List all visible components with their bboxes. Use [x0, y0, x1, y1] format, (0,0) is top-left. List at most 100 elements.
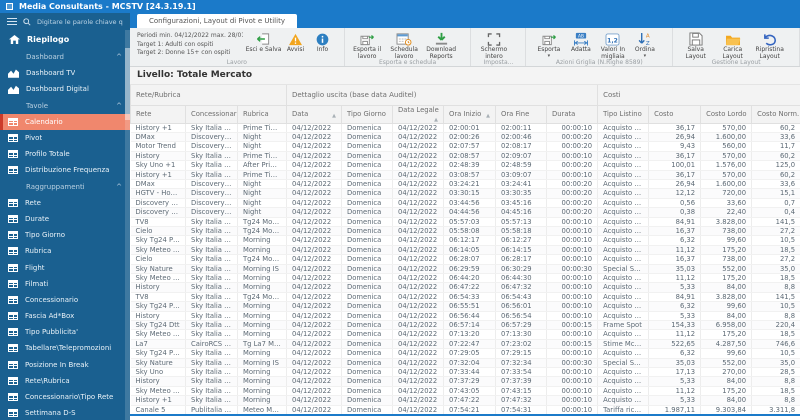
cell-data: 04/12/2022 — [286, 320, 343, 331]
col-header-costo-norm[interactable]: Costo Norm. — [751, 105, 800, 124]
table-row[interactable]: History Sky Italia S.r.l. Prime Time 04/12/… — [130, 151, 800, 162]
sidebar-item-filmati[interactable]: Filmati — [0, 276, 130, 292]
sidebar-item-distribuzione-frequenza[interactable]: Distribuzione Frequenza — [0, 162, 130, 178]
col-header-ora-fine[interactable]: Ora Fine — [495, 105, 548, 124]
table-row[interactable]: DMaxDiscovery Italia ...Night04/12/2022D… — [130, 179, 800, 190]
col-header-durata[interactable]: Durata — [546, 105, 599, 124]
table-row[interactable]: Sky Tg24 Primo ...Sky Italia S.r.l.Morni… — [130, 235, 800, 246]
sidebar-item-calendario[interactable]: Calendario — [0, 113, 130, 130]
cell-rubrica: Morning — [237, 235, 288, 246]
col-header-tipo-giorno[interactable]: Tipo Giorno — [341, 105, 394, 124]
col-header-concessionario[interactable]: Concessionario — [185, 105, 238, 124]
col-header-ora-inizio[interactable]: Ora Inizio ▲ — [443, 105, 497, 124]
table-row[interactable]: Sky Meteo 24 Sky Italia S.r.l. Morning 04/1… — [130, 273, 800, 284]
table-row[interactable]: History Sky Italia S.r.l. Morning 04/12/202… — [130, 311, 800, 322]
salva-layout-button[interactable]: Salva Layout — [677, 30, 714, 61]
table-row[interactable]: Cielo Sky Italia S.r.l. Tg24 Morning 04/12/… — [130, 254, 800, 265]
col-header-data-legale[interactable]: Data Legale ▲ — [392, 105, 445, 124]
avvisi-button[interactable]: Avvisi — [282, 30, 309, 54]
search-input[interactable] — [37, 17, 123, 26]
download-reports-button[interactable]: Download Reports — [423, 30, 460, 61]
sidebar-scrollbar[interactable] — [125, 30, 130, 420]
sidebar-item-pivot[interactable]: Pivot — [0, 130, 130, 146]
cell-data: 04/12/2022 — [286, 123, 343, 133]
sidebar-item-tipo-giorno[interactable]: Tipo Giorno — [0, 227, 130, 243]
table-row[interactable]: Sky Nature Sky Italia S.r.l. Morning IS 04/… — [130, 358, 800, 369]
sidebar-item-rete[interactable]: Rete — [0, 195, 130, 211]
sidebar-item-concessionario-tipo-rete[interactable]: Concessionario\Tipo Rete — [0, 389, 130, 405]
sidebar-section-dashboard[interactable]: Dashboard ^ — [0, 49, 130, 65]
table-row[interactable]: DMaxDiscovery Italia ...Night04/12/2022D… — [130, 132, 800, 143]
tab-configurazioni-layout[interactable]: Configurazioni, Layout di Pivot e Utilit… — [137, 14, 297, 28]
cell-costo: 35,03 — [648, 358, 702, 369]
valori-in-migliaia-button[interactable]: 1,2 Valori In migliaia — [594, 30, 631, 61]
col-header-costo-lordo[interactable]: Costo Lordo — [700, 105, 753, 124]
sidebar-item-concessionario[interactable]: Concessionario — [0, 292, 130, 308]
schermo-intero-button[interactable]: Schermo intero — [475, 30, 512, 61]
table-row[interactable]: Motor TrendDiscovery Italia ...Night04/1… — [130, 141, 800, 152]
cell-data-legale: 04/12/2022 — [392, 282, 445, 293]
table-row[interactable]: Sky Meteo 24 Sky Italia S.r.l. Morning 04/1… — [130, 245, 800, 256]
table-row[interactable]: Discovery Chan...Discovery Italia ...Nig… — [130, 198, 800, 209]
sidebar-item-tabellare-telepromozioni[interactable]: Tabellare\Telepromozioni — [0, 340, 130, 356]
menu-icon[interactable] — [7, 18, 17, 25]
sidebar-item-rubrica[interactable]: Rubrica — [0, 243, 130, 259]
schedula-lavoro-button[interactable]: Schedula lavoro — [386, 30, 423, 61]
cell-ora-fine: 07:43:15 — [495, 386, 548, 397]
esci-e-salva-button[interactable]: Esci e Salva — [245, 30, 282, 54]
table-row[interactable]: History Sky Italia S.r.l. Morning 04/12/202… — [130, 282, 800, 293]
cell-costo-lordo: 175,20 — [700, 273, 753, 284]
table-row[interactable]: Discovery Chan...Discovery Italia ...Nig… — [130, 207, 800, 218]
table-row[interactable]: History +1 Sky Italia S.r.l. Prime Time 04/… — [130, 170, 800, 180]
cell-costo-norm: 18,5 — [751, 273, 800, 284]
table-row[interactable]: Sky Tg24 Primo ...Sky Italia S.r.l.Morni… — [130, 348, 800, 359]
cell-costo: 5,33 — [648, 311, 702, 322]
table-row[interactable]: TV8 Sky Italia S.r.l. Tg24 Morning 04/12/20… — [130, 292, 800, 303]
table-row[interactable]: Sky Nature Sky Italia S.r.l. Morning IS 04/… — [130, 264, 800, 275]
cell-data-legale: 04/12/2022 — [392, 339, 445, 350]
sidebar-item-rete-rubrica[interactable]: Rete\Rubrica — [0, 373, 130, 389]
sidebar-item-dashboard-tv[interactable]: Dashboard TV — [0, 65, 130, 81]
sidebar-item-fascia-ad-box[interactable]: Fascia Ad*Box — [0, 308, 130, 324]
sidebar-item-posizione-in-break[interactable]: Posizione In Break — [0, 357, 130, 373]
table-row[interactable]: Sky Meteo 24 Sky Italia S.r.l. Morning 04/1… — [130, 329, 800, 340]
table-row[interactable]: Sky Tg24 Primo ...Sky Italia S.r.l.Morni… — [130, 301, 800, 312]
col-header-rubrica[interactable]: Rubrica — [236, 105, 288, 124]
sidebar-item-riepilogo[interactable]: Riepilogo — [0, 30, 130, 49]
ordina-button[interactable]: AZ Ordina ▾ — [631, 30, 658, 59]
col-header-rete[interactable]: Rete — [130, 105, 186, 124]
col-header-data[interactable]: Data ▲ — [286, 105, 343, 124]
table-row[interactable]: La7CairoRCS Media ...Tg La7 Mattino/...0… — [130, 339, 800, 350]
sidebar-item-dashboard-digital[interactable]: Dashboard Digital — [0, 81, 130, 97]
ripristina-layout-button[interactable]: Ripristina Layout — [751, 30, 788, 61]
table-row[interactable]: Cielo Sky Italia S.r.l. Tg24 Morning 04/12/… — [130, 226, 800, 237]
sidebar-item-profilo-totale[interactable]: Profilo Totale — [0, 146, 130, 162]
col-header-tipo-listino[interactable]: Tipo Listino — [597, 105, 650, 124]
chevron-up-icon: ^ — [116, 53, 122, 62]
col-header-costo[interactable]: Costo — [648, 105, 702, 124]
cell-rubrica: Meteo Mattina B... — [237, 405, 288, 414]
esporta-il-lavoro-button[interactable]: Esporta il lavoro — [349, 30, 386, 61]
sidebar-section-tavole[interactable]: Tavole ^ — [0, 98, 130, 114]
sidebar-item-settimana-d-s[interactable]: Settimana D-S — [0, 405, 130, 420]
carica-layout-button[interactable]: Carica Layout — [714, 30, 751, 61]
table-row[interactable]: Sky Uno Sky Italia S.r.l. Morning 04/12/202… — [130, 367, 800, 378]
table-row[interactable]: Sky Tg24 Dtt Sky Italia S.r.l. Morning 04/1… — [130, 320, 800, 331]
table-row[interactable]: Sky Meteo 24 Sky Italia S.r.l. Morning 04/1… — [130, 386, 800, 397]
esporta-griglia-button[interactable]: Esporta ▾ — [530, 30, 567, 59]
sidebar-item-tipo-pubblicita[interactable]: Tipo Pubblicita' — [0, 324, 130, 340]
table-row[interactable]: Sky Uno +1Sky Italia S.r.l.After Prime T… — [130, 160, 800, 171]
table-row[interactable]: HGTV - Home & ...Discovery Italia ...Nig… — [130, 188, 800, 199]
table-row[interactable]: History Sky Italia S.r.l. Morning 04/12/202… — [130, 376, 800, 387]
sidebar-item-flight[interactable]: Flight — [0, 259, 130, 275]
sidebar-section-raggruppamenti[interactable]: Raggruppamenti ^ — [0, 179, 130, 195]
sidebar-item-durate[interactable]: Durate — [0, 211, 130, 227]
info-button[interactable]: Info — [309, 30, 336, 54]
table-row[interactable]: History +1 Sky Italia S.r.l. Prime Time 04/… — [130, 123, 800, 133]
table-row[interactable]: TV8 Sky Italia S.r.l. Tg24 Morning 04/12/20… — [130, 217, 800, 227]
table-icon — [8, 312, 18, 321]
adatta-button[interactable]: AB Adatta — [567, 30, 594, 54]
table-row[interactable]: Canale 5Publitalia 80 S.p...Meteo Mattin… — [130, 405, 800, 414]
scrollbar-thumb[interactable] — [125, 48, 130, 120]
table-row[interactable]: History +1 Sky Italia S.r.l. Morning 04/12/… — [130, 395, 800, 406]
